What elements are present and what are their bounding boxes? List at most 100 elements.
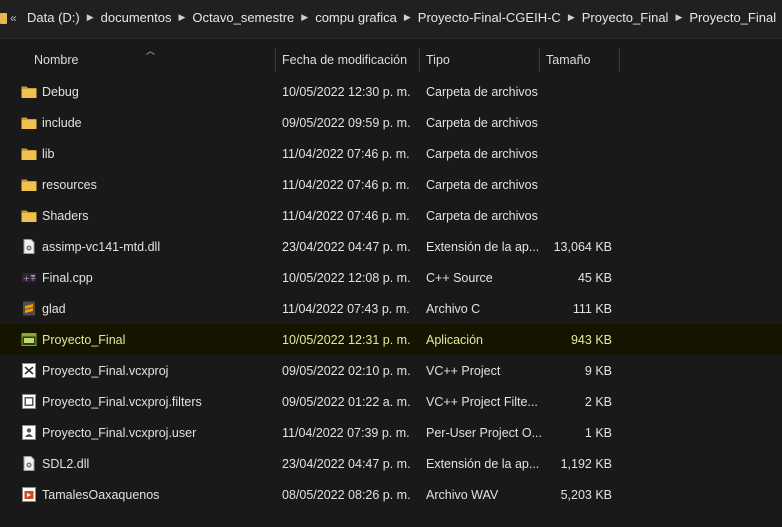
file-list: Debug 10/05/2022 12:30 p. m. Carpeta de ar… xyxy=(0,76,782,510)
file-date: 08/05/2022 08:26 p. m. xyxy=(282,488,411,502)
file-type: Per-User Project O... xyxy=(426,426,542,440)
address-bar[interactable]: « Data (D:) ▶ documentos ▶ Octavo_semestre ▶ c… xyxy=(0,0,782,39)
file-type: Carpeta de archivos xyxy=(426,116,538,130)
file-size: 1 KB xyxy=(584,426,612,440)
chevron-right-icon[interactable]: ▶ xyxy=(301,12,308,23)
file-name: Proyecto_Final.vcxproj xyxy=(42,364,169,378)
file-size: 45 KB xyxy=(577,271,612,285)
file-type: Archivo C xyxy=(426,302,481,316)
dll-file-icon xyxy=(21,456,37,471)
sublime-file-icon xyxy=(21,301,37,316)
file-row[interactable]: ++ Final.cpp 10/05/2022 12:08 p. m. C++ Sou… xyxy=(0,262,782,293)
column-divider[interactable] xyxy=(539,48,540,72)
column-divider[interactable] xyxy=(275,48,276,72)
file-name: TamalesOaxaquenos xyxy=(42,488,160,502)
file-size: 13,064 KB xyxy=(553,240,612,254)
file-date: 11/04/2022 07:46 p. m. xyxy=(282,147,410,161)
file-name: Shaders xyxy=(42,209,89,223)
chevron-right-icon[interactable]: ▶ xyxy=(87,12,94,23)
folder-icon xyxy=(21,208,37,223)
file-date: 11/04/2022 07:46 p. m. xyxy=(282,209,410,223)
breadcrumb-item[interactable]: documentos xyxy=(101,10,172,25)
file-size: 943 KB xyxy=(570,333,612,347)
file-name: Proyecto_Final.vcxproj.user xyxy=(42,426,197,440)
folder-icon xyxy=(0,13,7,24)
file-size: 5,203 KB xyxy=(560,488,612,502)
chevron-right-icon[interactable]: ▶ xyxy=(568,12,575,23)
file-type: Archivo WAV xyxy=(426,488,499,502)
file-type: Aplicación xyxy=(426,333,483,347)
chevron-right-icon[interactable]: ▶ xyxy=(178,12,185,23)
file-date: 09/05/2022 09:59 p. m. xyxy=(282,116,411,130)
cpp-file-icon: ++ xyxy=(21,270,37,285)
file-row[interactable]: include 09/05/2022 09:59 p. m. Carpeta de … xyxy=(0,107,782,138)
file-name: glad xyxy=(42,302,66,316)
file-row[interactable]: Debug 10/05/2022 12:30 p. m. Carpeta de ar… xyxy=(0,76,782,107)
folder-icon xyxy=(21,177,37,192)
chevron-right-icon[interactable]: ▶ xyxy=(404,12,411,23)
column-header-row: ︿ Nombre Fecha de modificación Tipo Tama… xyxy=(0,44,782,74)
file-row[interactable]: Proyecto_Final.vcxproj.filters 09/05/2022… xyxy=(0,386,782,417)
exe-file-icon xyxy=(21,332,37,347)
column-type[interactable]: Tipo xyxy=(426,53,450,67)
double-chevron-left-icon[interactable]: « xyxy=(10,11,17,25)
file-date: 10/05/2022 12:31 p. m. xyxy=(282,333,411,347)
breadcrumb-item[interactable]: Data (D:) xyxy=(27,10,80,25)
file-row[interactable]: Proyecto_Final 10/05/2022 12:31 p. m. Apli… xyxy=(0,324,782,355)
file-name: Proyecto_Final.vcxproj.filters xyxy=(42,395,202,409)
file-date: 10/05/2022 12:08 p. m. xyxy=(282,271,411,285)
file-row[interactable]: Proyecto_Final.vcxproj.user 11/04/2022 07… xyxy=(0,417,782,448)
user-file-icon xyxy=(21,425,37,440)
breadcrumb-item[interactable]: Octavo_semestre xyxy=(192,10,294,25)
file-row[interactable]: TamalesOaxaquenos 08/05/2022 08:26 p. m. A… xyxy=(0,479,782,510)
file-size: 2 KB xyxy=(584,395,612,409)
column-date[interactable]: Fecha de modificación xyxy=(282,53,407,67)
file-date: 11/04/2022 07:43 p. m. xyxy=(282,302,410,316)
breadcrumb-item[interactable]: compu grafica xyxy=(315,10,397,25)
file-date: 09/05/2022 01:22 a. m. xyxy=(282,395,411,409)
file-row[interactable]: lib 11/04/2022 07:46 p. m. Carpeta de arch… xyxy=(0,138,782,169)
file-date: 11/04/2022 07:39 p. m. xyxy=(282,426,410,440)
file-date: 23/04/2022 04:47 p. m. xyxy=(282,240,411,254)
file-type: Extensión de la ap... xyxy=(426,240,540,254)
column-size[interactable]: Tamaño xyxy=(546,53,590,67)
breadcrumb-item[interactable]: Proyecto-Final-CGEIH-C xyxy=(418,10,561,25)
file-row[interactable]: SDL2.dll 23/04/2022 04:47 p. m. Extensión … xyxy=(0,448,782,479)
breadcrumb-item[interactable]: Proyecto_Final xyxy=(582,10,669,25)
file-type: Extensión de la ap... xyxy=(426,457,540,471)
file-row[interactable]: assimp-vc141-mtd.dll 23/04/2022 04:47 p. … xyxy=(0,231,782,262)
file-name: assimp-vc141-mtd.dll xyxy=(42,240,161,254)
file-name: Proyecto_Final xyxy=(42,333,126,347)
chevron-up-icon: ︿ xyxy=(146,46,156,56)
folder-icon xyxy=(21,146,37,161)
folder-icon xyxy=(21,115,37,130)
file-date: 23/04/2022 04:47 p. m. xyxy=(282,457,411,471)
file-name: Final.cpp xyxy=(42,271,93,285)
file-name: Debug xyxy=(42,85,79,99)
file-row[interactable]: Shaders 11/04/2022 07:46 p. m. Carpeta de … xyxy=(0,200,782,231)
file-size: 1,192 KB xyxy=(560,457,612,471)
file-row[interactable]: resources 11/04/2022 07:46 p. m. Carpeta d… xyxy=(0,169,782,200)
file-size: 9 KB xyxy=(584,364,612,378)
file-name: lib xyxy=(42,147,55,161)
column-divider[interactable] xyxy=(619,48,620,72)
file-date: 11/04/2022 07:46 p. m. xyxy=(282,178,410,192)
file-row[interactable]: glad 11/04/2022 07:43 p. m. Archivo C 111 K… xyxy=(0,293,782,324)
column-name[interactable]: Nombre xyxy=(34,53,78,67)
chevron-right-icon[interactable]: ▶ xyxy=(675,12,682,23)
file-type: VC++ Project xyxy=(426,364,501,378)
file-name: resources xyxy=(42,178,97,192)
file-date: 09/05/2022 02:10 p. m. xyxy=(282,364,411,378)
breadcrumb: Data (D:) ▶ documentos ▶ Octavo_semestre ▶ com… xyxy=(27,10,776,25)
file-row[interactable]: Proyecto_Final.vcxproj 09/05/2022 02:10 p… xyxy=(0,355,782,386)
file-type: Carpeta de archivos xyxy=(426,147,538,161)
breadcrumb-item[interactable]: Proyecto_Final xyxy=(689,10,776,25)
file-type: VC++ Project Filte... xyxy=(426,395,538,409)
dll-file-icon xyxy=(21,239,37,254)
file-type: C++ Source xyxy=(426,271,493,285)
file-name: include xyxy=(42,116,82,130)
file-date: 10/05/2022 12:30 p. m. xyxy=(282,85,411,99)
column-divider[interactable] xyxy=(419,48,420,72)
filters-file-icon xyxy=(21,394,37,409)
file-type: Carpeta de archivos xyxy=(426,178,538,192)
